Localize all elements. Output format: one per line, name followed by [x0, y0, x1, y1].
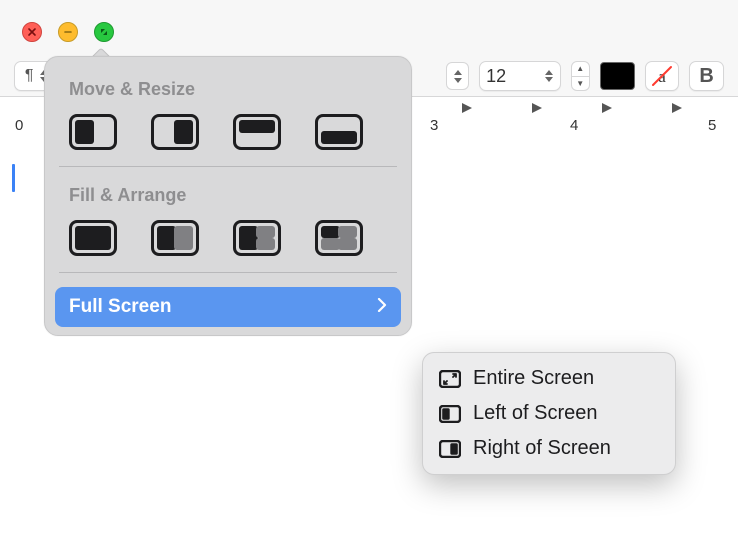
- ruler-number: 3: [430, 117, 438, 134]
- font-size-stepper[interactable]: ▲ ▼: [571, 61, 590, 91]
- text-color-swatch[interactable]: [600, 62, 635, 90]
- tab-stop-icon[interactable]: [670, 101, 684, 115]
- arrange-two-halves-button[interactable]: [151, 220, 199, 256]
- submenu-item-left-of-screen[interactable]: Left of Screen: [423, 396, 675, 431]
- snap-right-half-button[interactable]: [151, 114, 199, 150]
- updown-icon: [544, 70, 554, 82]
- full-screen-submenu: Entire Screen Left of Screen Right of Sc…: [422, 352, 676, 475]
- separator: [59, 272, 397, 273]
- arrange-four-button[interactable]: [315, 220, 363, 256]
- close-button[interactable]: [22, 22, 42, 42]
- tab-stop-icon[interactable]: [460, 101, 474, 115]
- snap-bottom-half-button[interactable]: [315, 114, 363, 150]
- font-family-updown-icon[interactable]: [446, 62, 469, 90]
- ruler-number: 4: [570, 117, 578, 134]
- full-screen-label: Full Screen: [69, 296, 171, 318]
- section-title-fill-arrange: Fill & Arrange: [45, 181, 411, 216]
- zoom-button[interactable]: [94, 22, 114, 42]
- font-size-value: 12: [486, 66, 506, 87]
- arrange-three-button[interactable]: [233, 220, 281, 256]
- tab-stop-icon[interactable]: [600, 101, 614, 115]
- snap-left-half-button[interactable]: [69, 114, 117, 150]
- submenu-item-label: Right of Screen: [473, 437, 611, 460]
- text-color-clear-button[interactable]: a: [645, 61, 680, 91]
- tab-stop-icon[interactable]: [530, 101, 544, 115]
- ruler-number: 5: [708, 117, 716, 134]
- font-size-field[interactable]: 12: [479, 61, 560, 91]
- snap-top-half-button[interactable]: [233, 114, 281, 150]
- ruler-number: 0: [15, 117, 23, 134]
- entire-screen-icon: [439, 370, 461, 388]
- text-cursor: [12, 164, 15, 192]
- minimize-button[interactable]: [58, 22, 78, 42]
- chevron-right-icon: [377, 298, 387, 317]
- left-of-screen-icon: [439, 405, 461, 423]
- submenu-item-label: Entire Screen: [473, 367, 594, 390]
- submenu-item-right-of-screen[interactable]: Right of Screen: [423, 431, 675, 466]
- paragraph-icon: ¶: [25, 67, 34, 85]
- separator: [59, 166, 397, 167]
- submenu-item-entire-screen[interactable]: Entire Screen: [423, 361, 675, 396]
- bold-label: B: [699, 65, 713, 88]
- window-controls: [22, 22, 114, 42]
- right-of-screen-icon: [439, 440, 461, 458]
- move-resize-row: [45, 110, 411, 166]
- submenu-item-label: Left of Screen: [473, 402, 598, 425]
- fill-screen-button[interactable]: [69, 220, 117, 256]
- full-screen-menu-item[interactable]: Full Screen: [55, 287, 401, 327]
- window-snap-popover: Move & Resize Fill & Arrange Full Screen: [44, 56, 412, 336]
- section-title-move-resize: Move & Resize: [45, 75, 411, 110]
- stepper-down-icon[interactable]: ▼: [572, 77, 589, 91]
- stepper-up-icon[interactable]: ▲: [572, 62, 589, 77]
- bold-button[interactable]: B: [689, 61, 724, 91]
- fill-arrange-row: [45, 216, 411, 272]
